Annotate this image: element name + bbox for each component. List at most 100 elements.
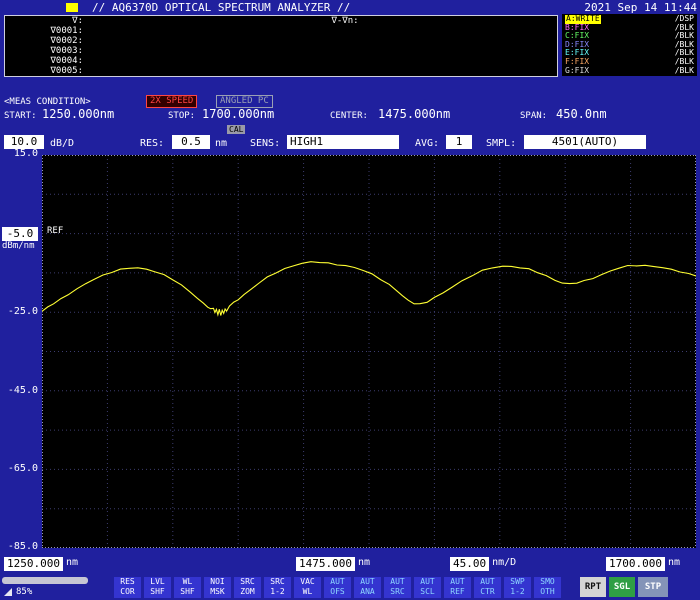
trace-status-table: A:WRITE /DSP B:FIX /BLK C:FIX /BLK D:FIX… — [562, 14, 697, 76]
y-axis-labels: 15.0 -5.0 dBm/nm -25.0 -45.0 -65.0 -85.0 — [0, 0, 42, 600]
softkey-label: REF — [444, 587, 471, 597]
ref-value-box: -5.0 — [2, 227, 38, 241]
stop-sweep-button[interactable]: STP — [638, 577, 668, 597]
center-label: CENTER: — [330, 111, 368, 121]
stop-value: 1700.000nm — [202, 107, 274, 121]
softkey-label: ANA — [354, 587, 381, 597]
softkey-label: AUT — [324, 577, 351, 587]
sens-value-box: HIGH1 — [287, 135, 399, 149]
softkey-wl-shf[interactable]: WLSHF — [174, 577, 201, 598]
softkey-label: SRC — [234, 577, 261, 587]
softkey-aut-ref[interactable]: AUTREF — [444, 577, 471, 598]
softkey-label: 1-2 — [264, 587, 291, 597]
stop-label: STOP: — [168, 111, 195, 121]
sens-label: SENS: — [250, 138, 280, 149]
repeat-sweep-button[interactable]: RPT — [580, 577, 606, 597]
datetime-display: 2021 Sep 14 11:44 — [584, 1, 697, 14]
y-label: -65.0 — [8, 463, 38, 474]
zoom-triangle-icon — [4, 588, 12, 596]
softkey-label: NOI — [204, 577, 231, 587]
softkey-bar: RESCOR LVLSHF WLSHF NOIMSK SRCZOM SRC1-2… — [114, 577, 561, 598]
softkey-lvl-shf[interactable]: LVLSHF — [144, 577, 171, 598]
speed-badge: 2X SPEED — [146, 95, 197, 108]
softkey-label: AUT — [474, 577, 501, 587]
zoom-percent: 85% — [16, 587, 32, 597]
softkey-label: OFS — [324, 587, 351, 597]
smpl-label: SMPL: — [486, 138, 516, 149]
softkey-label: AUT — [444, 577, 471, 587]
x-start-box: 1250.000 — [4, 557, 63, 571]
ref-label: REF — [47, 226, 63, 236]
zoom-indicator: 85% — [4, 587, 32, 597]
softkey-label: COR — [114, 587, 141, 597]
softkey-label: ZOM — [234, 587, 261, 597]
y-label-top: 15.0 — [14, 148, 38, 159]
x-stop-unit: nm — [668, 557, 680, 568]
softkey-label: 1-2 — [504, 587, 531, 597]
marker-panel: ∇: ∇0001: ∇0002: ∇0003: ∇0004: ∇0005: ∇-… — [4, 15, 558, 77]
trace-g-status: /BLK — [675, 67, 694, 76]
softkey-label: SCL — [414, 587, 441, 597]
osa-screen: // AQ6370D OPTICAL SPECTRUM ANALYZER // … — [0, 0, 700, 600]
softkey-src-1-2[interactable]: SRC1-2 — [264, 577, 291, 598]
span-label: SPAN: — [520, 111, 547, 121]
app-title: // AQ6370D OPTICAL SPECTRUM ANALYZER // — [92, 1, 350, 14]
softkey-label: CTR — [474, 587, 501, 597]
y-label: -45.0 — [8, 385, 38, 396]
title-bar: // AQ6370D OPTICAL SPECTRUM ANALYZER // … — [0, 0, 700, 15]
softkey-label: OTH — [534, 587, 561, 597]
softkey-aut-ana[interactable]: AUTANA — [354, 577, 381, 598]
res-value-box: 0.5 — [172, 135, 210, 149]
softkey-aut-ctr[interactable]: AUTCTR — [474, 577, 501, 598]
softkey-label: AUT — [354, 577, 381, 587]
y-axis-unit: dBm/nm — [2, 241, 35, 251]
status-indicator-icon — [66, 3, 78, 12]
scale-unit: dB/D — [50, 138, 74, 149]
center-value: 1475.000nm — [378, 107, 450, 121]
res-unit: nm — [215, 138, 227, 149]
single-sweep-button[interactable]: SGL — [609, 577, 635, 597]
x-stop-box: 1700.000 — [606, 557, 665, 571]
x-axis-labels: 1250.000nm 1475.000nm 45.00nm/D 1700.000… — [0, 557, 700, 573]
smpl-value-box: 4501(AUTO) — [524, 135, 646, 149]
y-label: -25.0 — [8, 306, 38, 317]
x-per-div-unit: nm/D — [492, 557, 516, 568]
softkey-label: SHF — [144, 587, 171, 597]
softkey-label: SRC — [384, 587, 411, 597]
softkey-label: WL — [174, 577, 201, 587]
res-label: RES: — [140, 138, 164, 149]
softkey-aut-src[interactable]: AUTSRC — [384, 577, 411, 598]
x-per-div-box: 45.00 — [450, 557, 489, 571]
softkey-swp-1-2[interactable]: SWP1-2 — [504, 577, 531, 598]
x-start-unit: nm — [66, 557, 78, 568]
softkey-vac-wl[interactable]: VACWL — [294, 577, 321, 598]
softkey-label: MSK — [204, 587, 231, 597]
span-value: 450.0nm — [556, 107, 607, 121]
softkey-label: WL — [294, 587, 321, 597]
x-center-box: 1475.000 — [296, 557, 355, 571]
spectrum-plot: REF — [42, 155, 696, 548]
softkey-smo-oth[interactable]: SMOOTH — [534, 577, 561, 598]
start-value: 1250.000nm — [42, 107, 114, 121]
softkey-label: LVL — [144, 577, 171, 587]
softkey-res-cor[interactable]: RESCOR — [114, 577, 141, 598]
softkey-noi-msk[interactable]: NOIMSK — [204, 577, 231, 598]
trace-chart — [42, 155, 696, 548]
softkey-label: VAC — [294, 577, 321, 587]
avg-value-box: 1 — [446, 135, 472, 149]
avg-label: AVG: — [415, 138, 439, 149]
trace-g-label: G:FIX — [565, 67, 589, 76]
softkey-aut-ofs[interactable]: AUTOFS — [324, 577, 351, 598]
softkey-label: SRC — [264, 577, 291, 587]
trace-row-g: G:FIX /BLK — [565, 67, 694, 76]
marker-delta-header: ∇-∇n: — [305, 16, 385, 26]
softkey-src-zom[interactable]: SRCZOM — [234, 577, 261, 598]
y-label: -85.0 — [8, 541, 38, 552]
softkey-label: AUT — [414, 577, 441, 587]
softkey-label: SWP — [504, 577, 531, 587]
softkey-label: SMO — [534, 577, 561, 587]
toolbar-scrollbar[interactable] — [2, 577, 88, 584]
sweep-settings-row: 10.0 dB/D RES: 0.5 nm SENS: HIGH1 AVG: 1… — [0, 135, 700, 150]
softkey-aut-scl[interactable]: AUTSCL — [414, 577, 441, 598]
softkey-label: SHF — [174, 587, 201, 597]
